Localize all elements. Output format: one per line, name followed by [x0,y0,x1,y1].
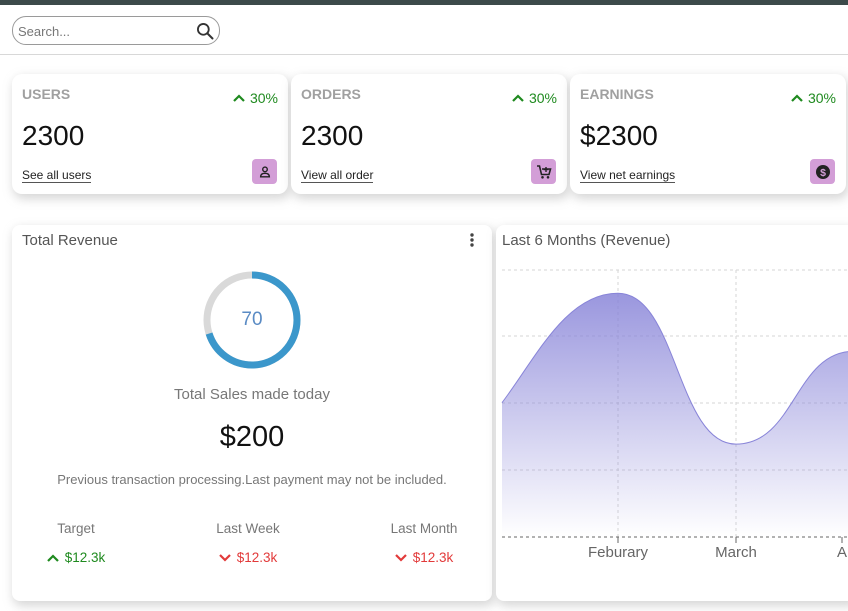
percentage-value: 30% [249,90,278,106]
dollar-icon: $ [810,159,835,184]
stat-target: Target $12.3k [6,521,146,565]
widget-value: $2300 [580,120,658,151]
widget-percentage: 30% [512,90,557,106]
cart-icon [531,159,556,184]
percentage-value: 30% [807,90,836,106]
x-tick-label: March [715,544,757,561]
total-revenue-card: Total Revenue 70 Total Sales made today … [12,225,492,601]
chevron-up-icon [46,553,59,562]
chevron-up-icon [512,94,524,102]
search-icon[interactable] [195,21,215,41]
progress-value: 70 [241,309,263,330]
stat-last-week: Last Week $12.3k [178,521,318,565]
chevron-down-icon [394,553,407,562]
widget-title: USERS [22,86,71,102]
widget-earnings: EARNINGS 30% $2300 View net earnings $ [570,74,846,194]
stat-amount: $12.3k [64,550,106,565]
widget-title: ORDERS [301,86,361,102]
search-input[interactable] [18,22,188,40]
stat-value: $12.3k [6,550,146,565]
widget-percentage: 30% [233,90,278,106]
stat-last-month: Last Month $12.3k [354,521,494,565]
person-icon [252,159,277,184]
card-title: Total Revenue [22,232,118,249]
stat-amount: $12.3k [412,550,454,565]
revenue-chart-card: Last 6 Months (Revenue) Feburary March A [496,225,848,601]
area-chart: Feburary March A [501,269,848,561]
stat-label: Target [57,521,95,536]
stat-label: Last Month [390,521,458,536]
chevron-down-icon [218,553,231,562]
widget-percentage: 30% [791,90,836,106]
chevron-up-icon [791,94,803,102]
search-box[interactable] [12,16,220,45]
stat-label: Last Week [216,521,280,536]
stat-value: $12.3k [354,550,494,565]
stat-amount: $12.3k [236,550,278,565]
x-tick-label: A [837,544,847,561]
widget-orders: ORDERS 30% 2300 View all order [291,74,567,194]
widget-users: USERS 30% 2300 See all users [12,74,288,194]
sales-amount: $200 [219,421,285,453]
view-all-order-link[interactable]: View all order [301,169,374,183]
chevron-up-icon [233,94,245,102]
widget-title: EARNINGS [580,86,654,102]
svg-text:$: $ [820,166,826,178]
percentage-value: 30% [528,90,557,106]
navbar [0,5,848,55]
more-vert-icon[interactable] [466,232,478,248]
widget-value: 2300 [22,120,85,151]
widget-value: 2300 [301,120,364,151]
sales-subtitle: Total Sales made today [174,386,330,403]
stat-value: $12.3k [178,550,318,565]
x-tick-label: Feburary [588,544,649,561]
view-net-earnings-link[interactable]: View net earnings [580,169,676,183]
see-all-users-link[interactable]: See all users [22,169,92,183]
sales-description: Previous transaction processing.Last pay… [57,472,447,487]
